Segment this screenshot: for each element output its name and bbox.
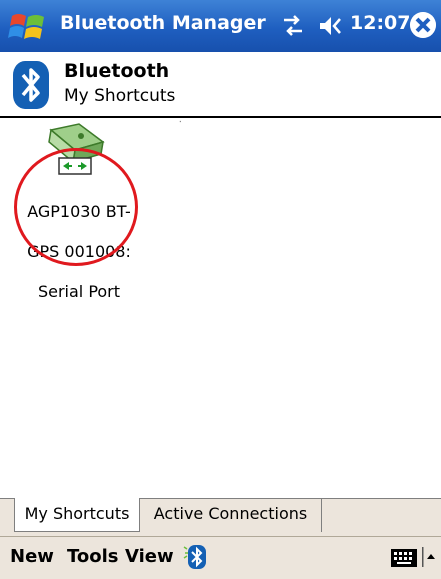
menu-bar: New Tools View	[0, 536, 441, 579]
close-icon[interactable]	[410, 12, 436, 38]
tab-my-shortcuts[interactable]: My Shortcuts	[14, 498, 140, 532]
page-header: Bluetooth My Shortcuts	[0, 52, 441, 116]
tab-active-connections[interactable]: Active Connections	[140, 498, 322, 532]
menu-new[interactable]: New	[10, 546, 54, 567]
input-menu-arrow-icon[interactable]	[422, 547, 436, 567]
clock[interactable]: 12:07	[350, 12, 410, 34]
volume-icon[interactable]	[318, 14, 344, 38]
blank-area	[150, 124, 258, 236]
menu-tools[interactable]: Tools	[67, 546, 119, 567]
bluetooth-icon[interactable]	[183, 543, 209, 571]
bluetooth-logo-icon	[13, 61, 49, 109]
app-title: Bluetooth Manager	[60, 12, 266, 34]
menu-view[interactable]: View	[125, 546, 174, 567]
shortcuts-area: ⋰ AGP1030 BT- GPS 001008: Serial Port	[0, 118, 441, 498]
title-bar: Bluetooth Manager 12:07	[0, 0, 441, 52]
keyboard-icon[interactable]	[390, 548, 418, 568]
connectivity-icon[interactable]	[280, 14, 306, 38]
tab-bar: My Shortcuts Active Connections	[0, 498, 441, 537]
windows-start-icon[interactable]	[8, 10, 50, 44]
page-subtitle: My Shortcuts	[64, 86, 176, 106]
highlight-circle	[14, 148, 138, 266]
page-title: Bluetooth	[64, 60, 170, 82]
